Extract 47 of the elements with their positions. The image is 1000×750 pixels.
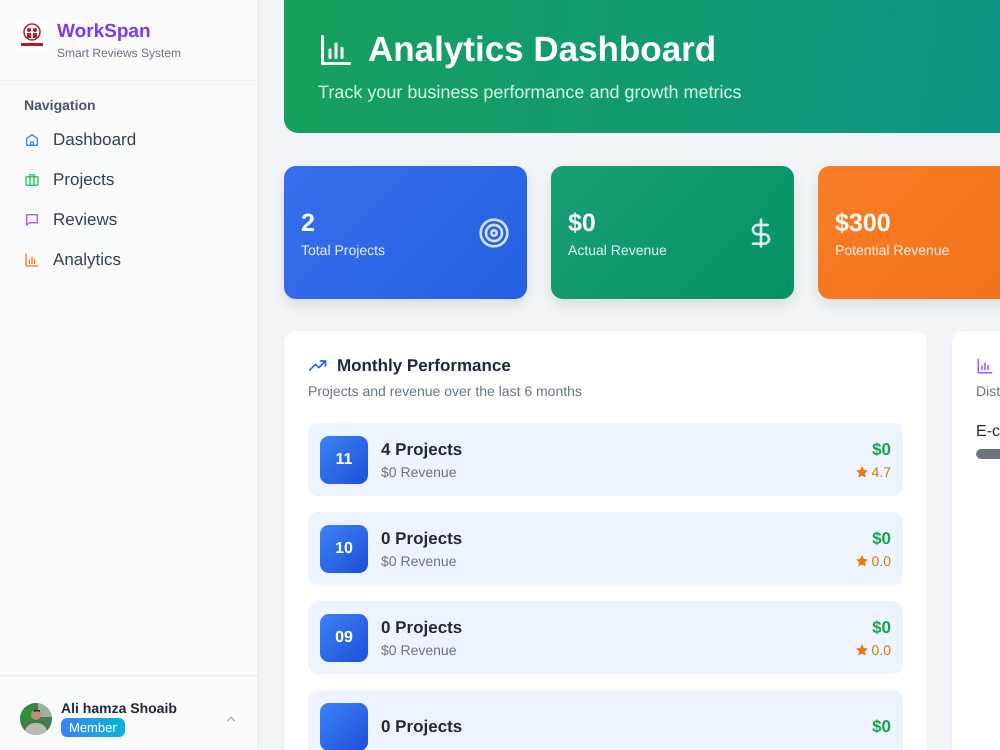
page-subtitle: Track your business performance and growth metrics [318, 82, 743, 103]
revenue-amount: $0 [872, 440, 891, 460]
nav-item[interactable]: Analytics [24, 241, 234, 281]
bar-chart-icon [976, 357, 994, 375]
revenue-text: $0 Revenue [381, 642, 458, 658]
panel-title: Monthly Performance [337, 356, 511, 376]
nav-item[interactable]: Dashboard [24, 121, 234, 161]
stat-label: Total Projects [301, 242, 386, 258]
brand-tagline: Smart Reviews System [57, 46, 182, 60]
panel-subtitle: Dist [976, 383, 1000, 399]
bar-chart-icon [318, 32, 354, 68]
target-icon [478, 216, 510, 248]
month-badge: 10 [320, 524, 368, 572]
role-badge: Member [61, 718, 125, 737]
panel-subtitle: Projects and revenue over the last 6 months [308, 383, 583, 399]
revenue-amount: $0 [872, 528, 891, 548]
stat-value: 2 [301, 208, 316, 238]
logo-icon [16, 19, 48, 51]
page-title: Analytics Dashboard [368, 30, 716, 70]
stat-value: $300 [835, 208, 892, 238]
projects-count: 4 Projects [381, 440, 464, 460]
revenue-amount: $0 [872, 618, 891, 638]
month-badge: 09 [320, 614, 368, 662]
section-title: Navigation [24, 97, 97, 113]
revenue-amount: $0 [872, 716, 891, 736]
rating-value: 0.0 [872, 552, 891, 568]
rating-value: 4.7 [872, 464, 891, 480]
nav-item[interactable]: Reviews [24, 201, 234, 241]
stat-label: Actual Revenue [568, 242, 667, 258]
star-icon [856, 554, 868, 566]
nav-item[interactable]: Projects [24, 161, 234, 201]
projects-count: 0 Projects [381, 716, 464, 736]
revenue-text: $0 Revenue [381, 464, 458, 480]
stat-value: $0 [568, 208, 597, 238]
stat-label: Potential Revenue [835, 242, 950, 258]
user-menu[interactable]: Ali hamza Shoaib Member [0, 675, 258, 750]
month-badge [320, 702, 368, 750]
user-name: Ali hamza Shoaib [61, 700, 177, 716]
projects-count: 0 Projects [381, 528, 464, 548]
category-label: E-c [976, 423, 1000, 441]
star-icon [856, 644, 868, 656]
projects-count: 0 Projects [381, 618, 464, 638]
star-icon [856, 466, 868, 478]
rating-value: 0.0 [872, 642, 891, 658]
brand-name: WorkSpan [57, 20, 152, 44]
revenue-text: $0 Revenue [381, 552, 458, 568]
month-badge: 11 [320, 436, 368, 484]
